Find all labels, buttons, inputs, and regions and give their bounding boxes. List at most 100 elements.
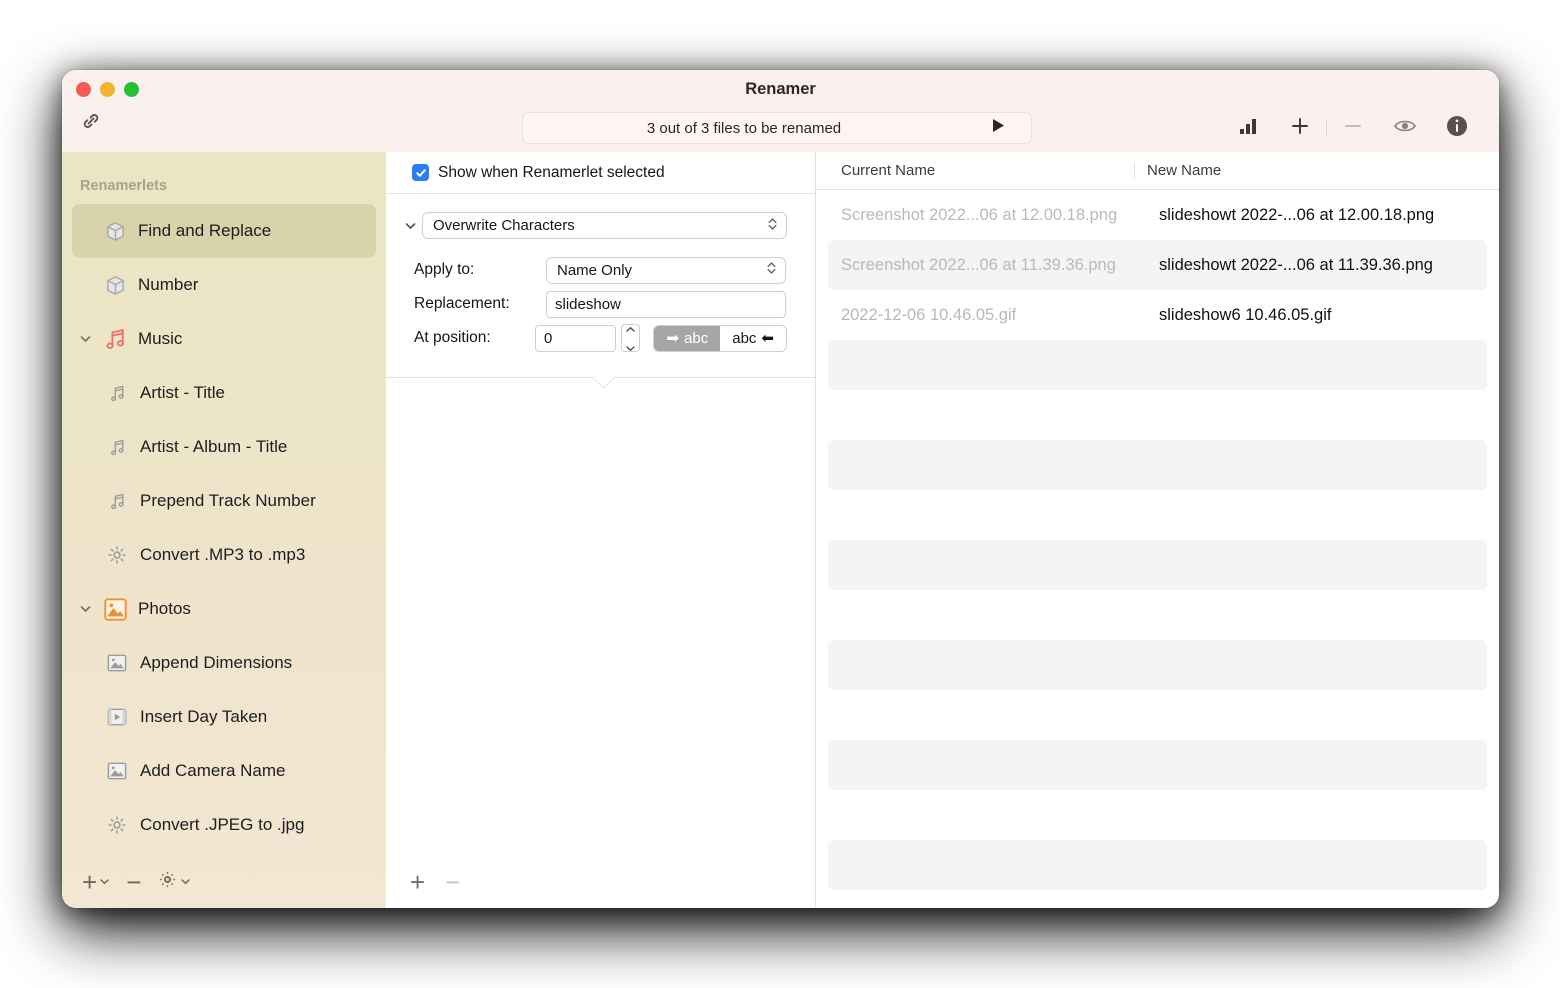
sidebar-item-insert-day-taken[interactable]: Insert Day Taken <box>72 690 376 744</box>
info-circle-icon <box>1445 114 1469 143</box>
show-when-selected-row[interactable]: Show when Renamerlet selected <box>386 152 815 194</box>
sidebar-item-number[interactable]: Number <box>72 258 376 312</box>
table-row[interactable]: 2022-12-06 10.46.05.gif slideshow6 10.46.… <box>828 290 1487 340</box>
module-editor: Overwrite Characters Apply to: Name Only… <box>386 194 815 378</box>
replacement-input[interactable]: slideshow <box>546 290 786 318</box>
sidebar-item-artist-title[interactable]: Artist - Title <box>72 366 376 420</box>
table-row[interactable] <box>828 590 1487 640</box>
direction-forward-segment[interactable]: ➡ abc <box>654 325 721 351</box>
sidebar-item-find-and-replace[interactable]: Find and Replace <box>72 204 376 258</box>
sidebar-actions-button[interactable] <box>151 865 197 899</box>
file-list-panel: Current Name New Name Screenshot 2022...… <box>816 152 1499 908</box>
sidebar-item-add-camera-name[interactable]: Add Camera Name <box>72 744 376 798</box>
cell-new-name: slideshow6 10.46.05.gif <box>1159 305 1332 324</box>
apply-to-label: Apply to: <box>414 261 475 278</box>
direction-backward-label: abc <box>732 329 757 347</box>
music-note-icon <box>107 383 128 404</box>
sidebar-item-prepend-track-number[interactable]: Prepend Track Number <box>72 474 376 528</box>
replacement-label: Replacement: <box>414 295 510 312</box>
sidebar-add-button[interactable]: + <box>76 865 116 899</box>
show-when-selected-checkbox[interactable] <box>412 164 429 181</box>
music-note-icon <box>107 437 128 458</box>
disclosure-chevron-icon[interactable] <box>72 334 98 344</box>
sidebar-item-label: Artist - Album - Title <box>140 437 288 456</box>
table-row[interactable]: Screenshot 2022...06 at 12.00.18.png slid… <box>828 190 1487 240</box>
sidebar-item-append-dimensions[interactable]: Append Dimensions <box>72 636 376 690</box>
column-header-current-name[interactable]: Current Name <box>816 162 1134 179</box>
play-icon <box>990 117 1006 139</box>
sidebar-item-photos[interactable]: Photos <box>72 582 376 636</box>
info-button[interactable] <box>1431 112 1483 144</box>
chevron-up-icon[interactable] <box>625 320 636 338</box>
table-row[interactable] <box>828 690 1487 740</box>
sidebar-item-artist-album-title[interactable]: Artist - Album - Title <box>72 420 376 474</box>
bar-chart-icon <box>1237 116 1259 141</box>
image-icon <box>106 652 128 674</box>
table-row[interactable] <box>828 790 1487 840</box>
plus-icon <box>1289 115 1311 142</box>
direction-segmented-control[interactable]: ➡ abc abc ⬅ <box>653 324 787 352</box>
module-header: Overwrite Characters <box>386 212 815 239</box>
sidebar-item-label: Add Camera Name <box>140 761 286 780</box>
at-position-row: At position: 0 ➡ abc abc ⬅ <box>414 321 787 355</box>
apply-to-select[interactable]: Name Only <box>546 256 786 284</box>
cell-current-name: Screenshot 2022...06 at 11.39.36.png <box>841 255 1116 274</box>
window-title: Renamer <box>745 80 816 98</box>
cube-icon <box>104 274 127 297</box>
sidebar-item-convert-mp3-to-mp3[interactable]: Convert .MP3 to .mp3 <box>72 528 376 582</box>
run-button[interactable] <box>965 117 1031 139</box>
module-notch <box>591 377 617 390</box>
disclosure-chevron-icon[interactable] <box>72 604 98 614</box>
sidebar-item-music[interactable]: Music <box>72 312 376 366</box>
at-position-stepper[interactable] <box>621 324 641 352</box>
table-row[interactable] <box>828 740 1487 790</box>
table-row[interactable] <box>828 840 1487 890</box>
photo-icon <box>103 597 128 622</box>
sidebar-item-label: Find and Replace <box>138 221 272 240</box>
module-select[interactable]: Overwrite Characters <box>422 212 787 239</box>
chevron-down-icon[interactable] <box>625 339 636 357</box>
preview-button[interactable] <box>1379 112 1431 144</box>
status-text: 3 out of 3 files to be renamed <box>646 119 842 137</box>
table-row[interactable] <box>828 390 1487 440</box>
link-button[interactable] <box>73 108 109 138</box>
sidebar-item-convert-jpeg-to-jpg[interactable]: Convert .JPEG to .jpg <box>72 798 376 852</box>
options-add-button[interactable]: + <box>404 869 431 895</box>
options-remove-button[interactable]: − <box>439 869 466 895</box>
file-list-header: Current Name New Name <box>816 152 1499 190</box>
link-icon <box>79 109 103 138</box>
table-row[interactable] <box>828 540 1487 590</box>
sidebar-remove-button[interactable]: − <box>120 865 147 899</box>
add-button[interactable] <box>1274 112 1326 144</box>
sidebar-item-label: Artist - Title <box>140 383 226 402</box>
file-rows: Screenshot 2022...06 at 12.00.18.png slid… <box>816 190 1499 908</box>
module-form: Apply to: Name Only Replacement: slidesh… <box>386 239 815 355</box>
sidebar-item-icon <box>98 597 132 622</box>
updown-chevrons-icon <box>767 215 778 237</box>
renamerlet-list: Find and Replace Number Music Artist - Titl… <box>62 194 386 856</box>
stats-button[interactable] <box>1222 112 1274 144</box>
sidebar-item-label: Convert .JPEG to .jpg <box>140 815 305 834</box>
table-row[interactable]: Screenshot 2022...06 at 11.39.36.png slid… <box>828 240 1487 290</box>
table-row[interactable] <box>828 640 1487 690</box>
sidebar-item-icon <box>98 220 132 243</box>
table-row[interactable] <box>828 490 1487 540</box>
replacement-row: Replacement: slideshow <box>414 287 787 321</box>
apply-to-value: Name Only <box>557 261 633 279</box>
sidebar-item-icon <box>100 706 134 728</box>
arrow-right-icon: ➡ <box>666 330 680 347</box>
module-disclosure-chevron-icon[interactable] <box>398 221 422 231</box>
table-row[interactable] <box>828 340 1487 390</box>
direction-backward-segment[interactable]: abc ⬅ <box>720 326 786 351</box>
at-position-input[interactable]: 0 <box>534 324 617 352</box>
remove-button[interactable] <box>1327 112 1379 144</box>
column-header-new-name[interactable]: New Name <box>1134 162 1499 179</box>
table-row[interactable] <box>828 440 1487 490</box>
cell-new-name: slideshowt 2022-...06 at 11.39.36.png <box>1159 255 1433 274</box>
status-field: 3 out of 3 files to be renamed <box>522 112 1032 144</box>
sidebar-item-label: Number <box>138 275 199 294</box>
updown-chevrons-icon <box>766 259 777 281</box>
sidebar-item-label: Append Dimensions <box>140 653 293 672</box>
show-when-selected-label: Show when Renamerlet selected <box>438 163 665 181</box>
title-bar: Renamer 3 out of 3 files to be renamed <box>62 70 1499 152</box>
